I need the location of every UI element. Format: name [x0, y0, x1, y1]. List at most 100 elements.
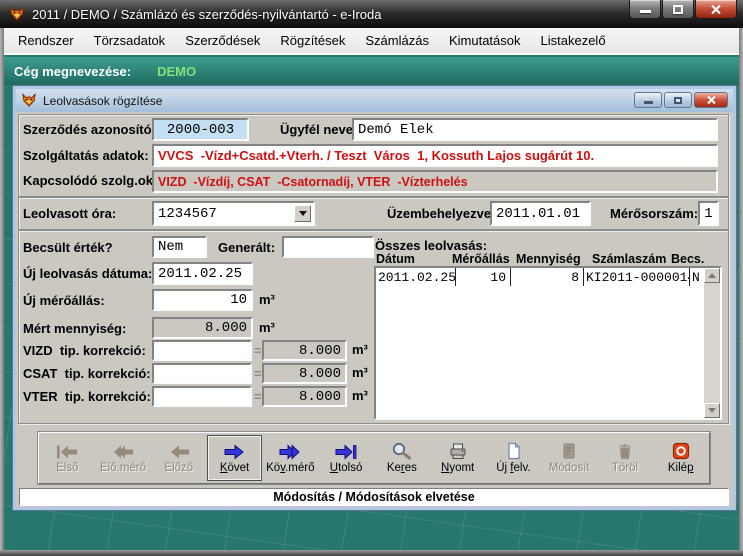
readings-table[interactable]: 2011.02.25 10 8 KI2011-0000014 N [374, 266, 722, 420]
vter-correction-input[interactable] [152, 386, 252, 407]
header-mennyiseg: Mennyiség [516, 252, 581, 266]
vizd-equals-sign: = [254, 343, 262, 358]
dialog-close-button[interactable] [694, 92, 728, 108]
search-icon [391, 442, 413, 460]
edit-icon [558, 442, 580, 460]
next-meter-button-label: Köv.mérő [266, 462, 314, 474]
menu-rendszer[interactable]: Rendszer [8, 29, 84, 52]
meter-combobox[interactable]: 1234567 [152, 201, 315, 226]
quantity-field: 8.000 [152, 317, 253, 339]
service-field[interactable]: VVCS -Vízd+Csatd.+Vterh. / Teszt Város 1… [152, 144, 718, 167]
next-record-icon [224, 442, 246, 460]
new-record-button-label: Új felv. [496, 462, 530, 474]
vter-correction-unit: m³ [352, 388, 368, 403]
window-frame-left [0, 0, 4, 556]
prev-meter-button-label: Elő.mérő [100, 462, 146, 474]
last-record-icon [335, 442, 357, 460]
vter-correction-label: VTER tip. korrekció: [23, 389, 151, 404]
chevron-down-icon [299, 211, 307, 216]
new-date-field[interactable]: 2011.02.25 [152, 262, 253, 285]
csat-equals-sign: = [254, 366, 262, 381]
dialog-titlebar[interactable]: Leolvasások rögzítése [16, 89, 733, 112]
estimated-label: Becsült érték? [23, 240, 113, 255]
vizd-correction-result: 8.000 [262, 340, 347, 361]
delete-button-label: Töröl [612, 462, 638, 474]
customer-label: Ügyfél neve: [280, 122, 357, 137]
prev-record-icon [168, 442, 190, 460]
prev-meter-icon [112, 442, 134, 460]
edit-button: Módosít [542, 435, 597, 481]
menu-torzsadatok[interactable]: Törzsadatok [84, 29, 176, 52]
estimated-field[interactable]: Nem [152, 236, 207, 258]
meter-label: Leolvasott óra: [23, 206, 116, 221]
scroll-down-icon [708, 408, 716, 413]
cell-becs: N [690, 268, 704, 286]
minimize-icon [640, 10, 651, 13]
first-button-label: Első [56, 462, 78, 474]
quantity-unit: m³ [259, 320, 275, 335]
new-reading-unit: m³ [259, 292, 275, 307]
vter-correction-result: 8.000 [262, 386, 347, 407]
window-frame-right [739, 0, 743, 556]
table-row[interactable]: 2011.02.25 10 8 KI2011-0000014 N [376, 268, 720, 286]
header-szamlaszam: Számlaszám [592, 252, 666, 266]
dialog-restore-button[interactable] [664, 92, 692, 108]
dialog-body: Szerződés azonosító: 2000-003 Ügyfél nev… [16, 112, 733, 507]
application-window: 2011 / DEMO / Számlázó és szerződés-nyil… [0, 0, 743, 556]
dialog-fox-icon [21, 93, 37, 108]
scroll-up-button[interactable] [704, 268, 720, 283]
new-reading-field[interactable]: 10 [152, 289, 253, 311]
dialog-restore-icon [674, 97, 682, 104]
menu-rogzitesek[interactable]: Rögzítések [270, 29, 355, 52]
combo-dropdown-button[interactable] [294, 205, 311, 222]
related-services-label: Kapcsolódó szolg.ok: [23, 173, 157, 188]
vizd-correction-unit: m³ [352, 342, 368, 357]
dialog-minimize-button[interactable] [634, 92, 662, 108]
minimize-button[interactable] [629, 0, 661, 19]
csat-correction-input[interactable] [152, 363, 252, 384]
new-record-button[interactable]: Új felv. [486, 435, 541, 481]
edit-button-label: Módosít [549, 462, 590, 474]
print-button[interactable]: Nyomt [430, 435, 485, 481]
app-fox-icon [8, 6, 26, 22]
menu-kimutatasok[interactable]: Kimutatások [439, 29, 531, 52]
menu-listakezelo[interactable]: Listakezelő [531, 29, 616, 52]
next-button[interactable]: Követ [207, 435, 262, 481]
customer-field[interactable]: Demó Elek [352, 118, 718, 141]
contract-field[interactable]: 2000-003 [152, 118, 249, 141]
header-datum: Dátum [376, 252, 415, 266]
maximize-button[interactable] [662, 0, 694, 19]
menu-szerzodesek[interactable]: Szerződések [175, 29, 270, 52]
menu-szamlazas[interactable]: Számlázás [355, 29, 439, 52]
first-button: Első [40, 435, 95, 481]
dialog-close-icon [706, 95, 717, 105]
table-scrollbar[interactable] [704, 268, 720, 418]
navigation-toolbar: Első Elő.mérő Előző [38, 432, 710, 484]
last-button[interactable]: Utolsó [319, 435, 374, 481]
window-title: 2011 / DEMO / Számlázó és szerződés-nyil… [32, 7, 381, 22]
generated-field[interactable] [282, 236, 374, 258]
readings-dialog: Leolvasások rögzítése Szerződés azonosít… [13, 86, 736, 510]
search-button-label: Keres [387, 462, 417, 474]
search-button[interactable]: Keres [374, 435, 429, 481]
new-date-label: Új leolvasás dátuma: [23, 266, 152, 281]
next-meter-button[interactable]: Köv.mérő [263, 435, 318, 481]
cell-szamlaszam: KI2011-0000014 [584, 268, 690, 286]
vizd-correction-input[interactable] [152, 340, 252, 361]
next-meter-icon [279, 442, 301, 460]
service-label: Szolgáltatás adatok: [23, 148, 149, 163]
cell-datum: 2011.02.25 [376, 268, 456, 286]
header-meroallas: Mérőállás [452, 252, 510, 266]
installed-field[interactable]: 2011.01.01 [490, 201, 591, 226]
meter-serial-field[interactable]: 1 [698, 201, 719, 226]
scroll-down-button[interactable] [704, 403, 720, 418]
window-frame-bottom [0, 550, 743, 556]
exit-button-label: Kilép [668, 462, 694, 474]
maximize-icon [673, 5, 683, 14]
exit-button[interactable]: Kilép [653, 435, 708, 481]
company-bar: Cég megnevezése: DEMO [4, 57, 739, 85]
close-button[interactable] [695, 0, 737, 19]
main-titlebar[interactable]: 2011 / DEMO / Számlázó és szerződés-nyil… [0, 0, 743, 28]
cell-meroallas: 10 [456, 268, 511, 286]
status-text: Módosítás / Módosítások elvetése [273, 490, 474, 504]
